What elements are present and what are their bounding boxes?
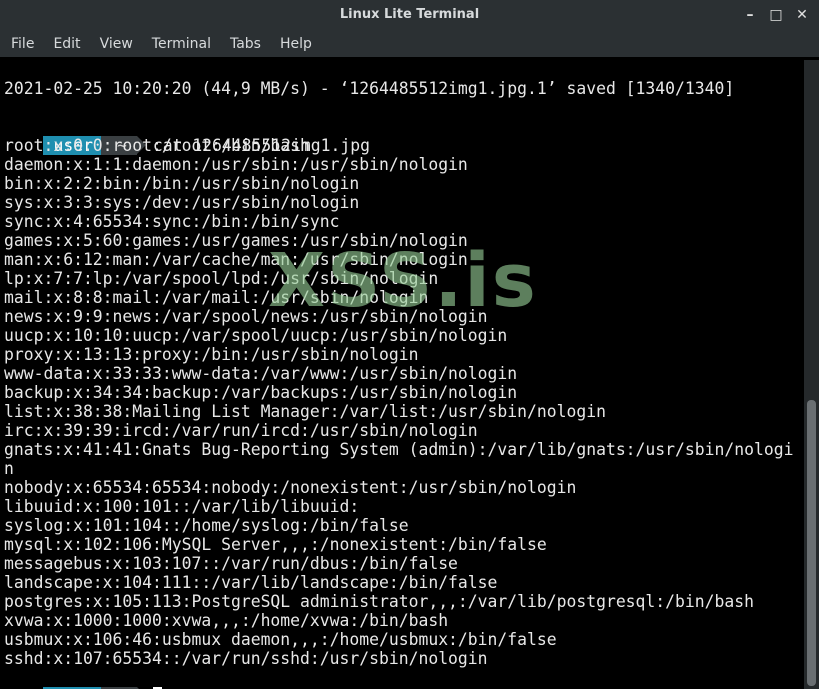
output-line: gnats:x:41:41:Gnats Bug-Reporting System… [4, 440, 794, 459]
output-line: syslog:x:101:104::/home/syslog:/bin/fals… [4, 516, 409, 535]
close-icon[interactable]: ✕ [791, 4, 813, 26]
scrollbar-thumb[interactable] [807, 400, 816, 686]
output-line: n [4, 459, 14, 478]
output-line: usbmux:x:106:46:usbmux daemon,,,:/home/u… [4, 630, 557, 649]
output-line: proxy:x:13:13:proxy:/bin:/usr/sbin/nolog… [4, 345, 419, 364]
output-line: xvwa:x:1000:1000:xvwa,,,:/home/xvwa:/bin… [4, 611, 449, 630]
output-line: bin:x:2:2:bin:/bin:/usr/sbin/nologin [4, 174, 360, 193]
output-line: irc:x:39:39:ircd:/var/run/ircd:/usr/sbin… [4, 421, 478, 440]
output-line: news:x:9:9:news:/var/spool/news:/usr/sbi… [4, 307, 488, 326]
title-bar: Linux Lite Terminal – □ ✕ [0, 0, 819, 30]
output-line: lp:x:7:7:lp:/var/spool/lpd:/usr/sbin/nol… [4, 269, 439, 288]
output-line: www-data:x:33:33:www-data:/var/www:/usr/… [4, 364, 518, 383]
menu-terminal[interactable]: Terminal [141, 36, 219, 52]
output-line: sync:x:4:65534:sync:/bin:/bin/sync [4, 212, 340, 231]
output-line: uucp:x:10:10:uucp:/var/spool/uucp:/usr/s… [4, 326, 508, 345]
download-status-line: 2021-02-25 10:20:20 (44,9 MB/s) - ‘12644… [4, 79, 735, 98]
output-line: games:x:5:60:games:/usr/games:/usr/sbin/… [4, 231, 468, 250]
command-line: user ~ cat 1264485512img1.jpg [4, 117, 370, 155]
menu-bar: File Edit View Terminal Tabs Help [0, 30, 819, 57]
output-line: libuuid:x:100:101::/var/lib/libuuid: [4, 497, 360, 516]
menu-view[interactable]: View [89, 36, 141, 52]
output-line: sshd:x:107:65534::/var/run/sshd:/usr/sbi… [4, 649, 488, 668]
output-line: man:x:6:12:man:/var/cache/man:/usr/sbin/… [4, 250, 468, 269]
output-line: backup:x:34:34:backup:/var/backups:/usr/… [4, 383, 518, 402]
menu-file[interactable]: File [0, 36, 42, 52]
menu-tabs[interactable]: Tabs [219, 36, 269, 52]
menu-help[interactable]: Help [269, 36, 320, 52]
output-line: list:x:38:38:Mailing List Manager:/var/l… [4, 402, 606, 421]
output-line: postgres:x:105:113:PostgreSQL administra… [4, 592, 754, 611]
minimize-icon[interactable]: – [739, 4, 761, 26]
active-prompt-line[interactable]: user ~ [4, 668, 162, 689]
output-line: messagebus:x:103:107::/var/run/dbus:/bin… [4, 554, 458, 573]
output-line: nobody:x:65534:65534:nobody:/nonexistent… [4, 478, 577, 497]
maximize-icon[interactable]: □ [765, 4, 787, 26]
output-line: sys:x:3:3:sys:/dev:/usr/sbin/nologin [4, 193, 360, 212]
terminal-area[interactable]: 2021-02-25 10:20:20 (44,9 MB/s) - ‘12644… [0, 60, 804, 689]
output-line: root:x:0:0:root:/root:/bin/bash [4, 136, 310, 155]
output-line: mail:x:8:8:mail:/var/mail:/usr/sbin/nolo… [4, 288, 429, 307]
output-line: landscape:x:104:111::/var/lib/landscape:… [4, 573, 498, 592]
vertical-scrollbar[interactable] [804, 60, 819, 689]
output-line: daemon:x:1:1:daemon:/usr/sbin:/usr/sbin/… [4, 155, 468, 174]
window-title: Linux Lite Terminal [339, 7, 480, 22]
menu-edit[interactable]: Edit [42, 36, 88, 52]
window-controls: – □ ✕ [739, 4, 813, 26]
output-line: mysql:x:102:106:MySQL Server,,,:/nonexis… [4, 535, 547, 554]
